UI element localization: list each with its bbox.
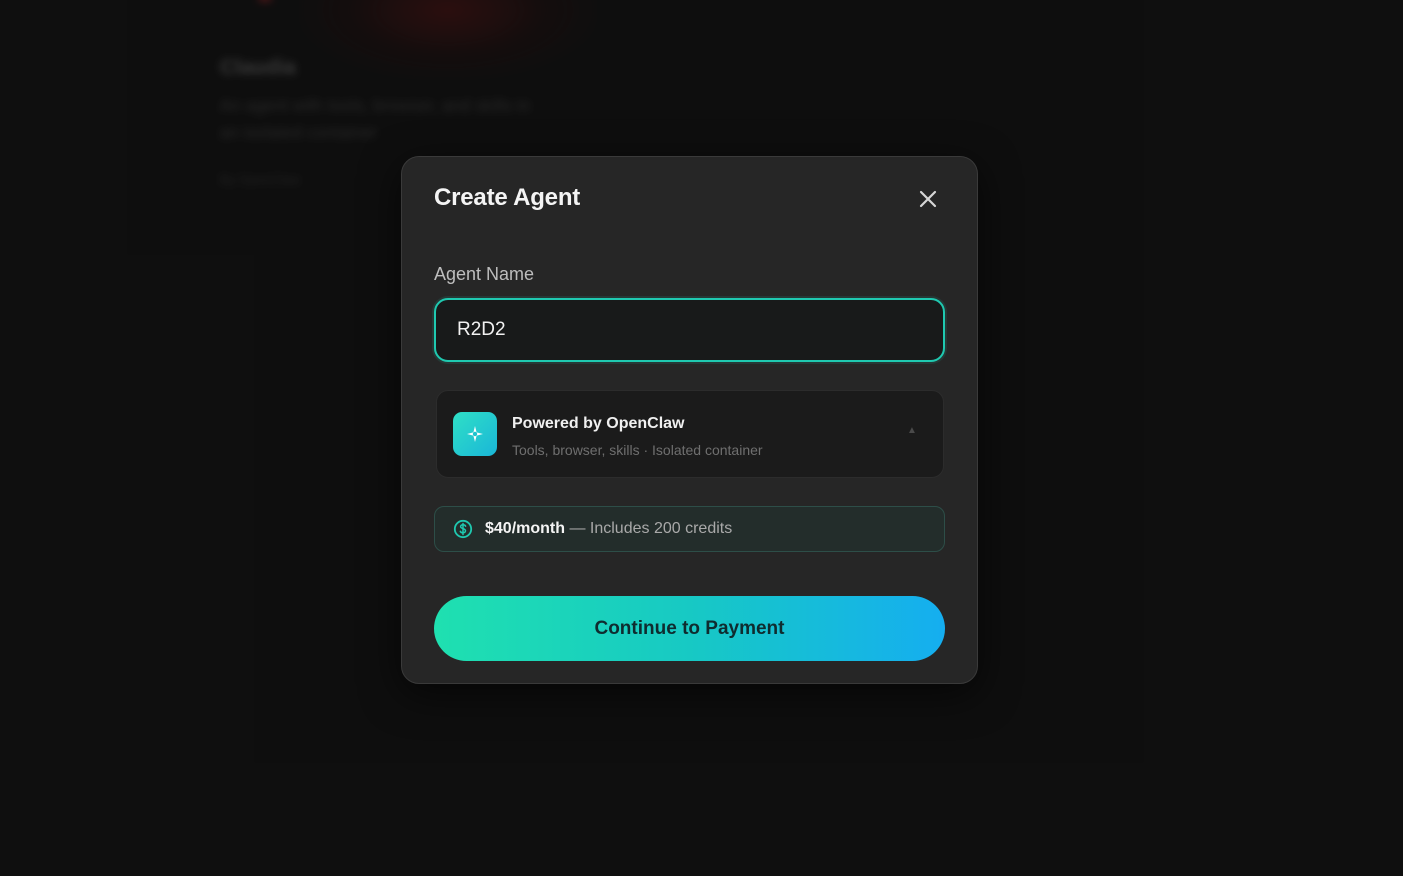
agent-name-input[interactable]: [434, 298, 945, 362]
modal-title: Create Agent: [434, 184, 581, 211]
pricing-info: $40/month — Includes 200 credits: [434, 506, 945, 552]
sparkle-icon: [453, 412, 497, 456]
chevron-up-icon: ▲: [907, 425, 917, 436]
close-button[interactable]: [914, 185, 942, 213]
provider-name: Powered by OpenClaw: [512, 415, 685, 432]
pricing-text: $40/month — Includes 200 credits: [485, 520, 732, 538]
provider-card[interactable]: Powered by OpenClaw Tools, browser, skil…: [436, 390, 944, 478]
dollar-circle-icon: [453, 519, 473, 539]
continue-to-payment-button[interactable]: Continue to Payment: [434, 596, 945, 661]
provider-subtitle: Tools, browser, skills · Isolated contai…: [512, 442, 763, 458]
create-agent-modal: Create Agent Agent Name Powered by OpenC…: [401, 156, 978, 684]
close-icon: [919, 190, 937, 208]
price-amount: $40/month: [485, 520, 566, 537]
agent-name-label: Agent Name: [434, 264, 535, 284]
price-details: — Includes 200 credits: [565, 520, 733, 537]
